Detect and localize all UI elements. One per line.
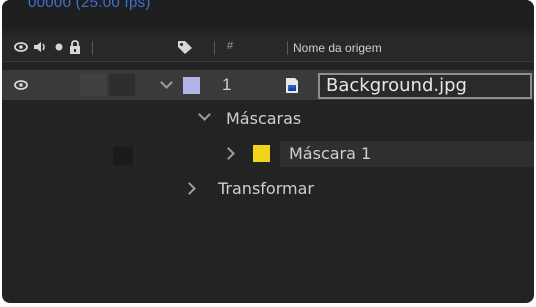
layer-label-color[interactable] bbox=[183, 77, 200, 94]
lock-icon[interactable] bbox=[68, 39, 82, 60]
layer-number: 1 bbox=[222, 75, 232, 94]
header-divider bbox=[287, 41, 288, 55]
speaker-icon[interactable] bbox=[32, 39, 48, 60]
timeline-panel: 00000 (25.00 fps) # Nome da origem 1 Bac… bbox=[2, 0, 534, 303]
header-divider bbox=[214, 41, 215, 55]
mask-color-swatch[interactable] bbox=[253, 145, 270, 162]
audio-switch-cell[interactable] bbox=[80, 74, 106, 96]
application-window: 00000 (25.00 fps) # Nome da origem 1 Bac… bbox=[0, 0, 536, 307]
source-name-column-header[interactable]: Nome da origem bbox=[293, 41, 382, 55]
timecode-readout[interactable]: 00000 (25.00 fps) bbox=[28, 0, 151, 11]
eye-icon[interactable] bbox=[14, 78, 28, 97]
layer-row[interactable]: 1 Background.jpg bbox=[2, 70, 534, 100]
chevron-right-icon[interactable] bbox=[183, 182, 196, 195]
mask-name[interactable]: Máscara 1 bbox=[289, 144, 371, 163]
number-column-header[interactable]: # bbox=[227, 40, 233, 52]
chevron-down-icon[interactable] bbox=[198, 108, 211, 121]
masks-group-row[interactable]: Máscaras bbox=[2, 103, 534, 133]
timecode-strip: 00000 (25.00 fps) bbox=[2, 0, 534, 30]
mask-row[interactable]: Máscara 1 bbox=[2, 138, 534, 168]
masks-group-label[interactable]: Máscaras bbox=[226, 109, 301, 128]
label-tag-icon[interactable] bbox=[176, 39, 194, 60]
image-file-icon bbox=[285, 77, 299, 99]
mask-name-field[interactable]: Máscara 1 bbox=[280, 141, 534, 167]
transform-group-row[interactable]: Transformar bbox=[2, 173, 534, 203]
solo-dot-icon[interactable] bbox=[54, 39, 64, 60]
layer-name[interactable]: Background.jpg bbox=[326, 75, 467, 96]
layer-column-header: # Nome da origem bbox=[2, 35, 534, 62]
header-divider bbox=[92, 41, 93, 55]
transform-group-label[interactable]: Transformar bbox=[218, 179, 314, 198]
eye-icon[interactable] bbox=[14, 39, 28, 60]
lock-switch-cell[interactable] bbox=[109, 74, 135, 96]
chevron-right-icon[interactable] bbox=[222, 147, 235, 160]
layer-name-field[interactable]: Background.jpg bbox=[318, 73, 532, 99]
chevron-down-icon[interactable] bbox=[160, 76, 173, 89]
mask-switch-cell[interactable] bbox=[113, 147, 133, 165]
